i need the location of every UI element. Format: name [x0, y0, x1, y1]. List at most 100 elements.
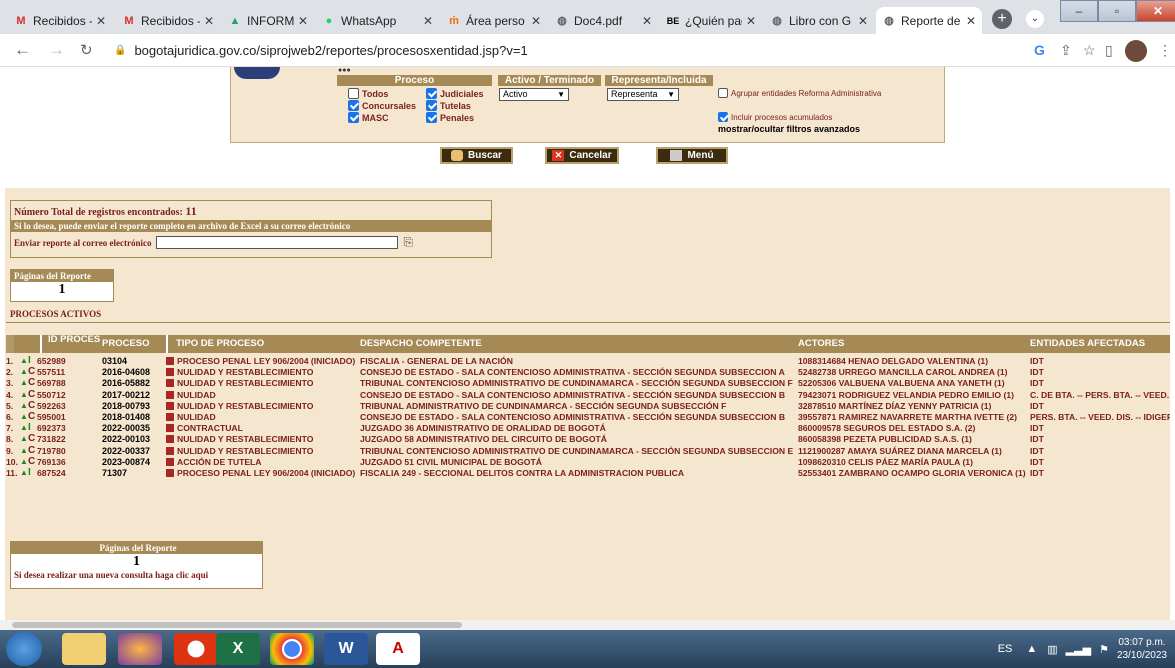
menu-button[interactable]: Menú: [656, 147, 728, 164]
send-report-icon[interactable]: ⎘: [403, 235, 413, 250]
cancelar-button[interactable]: ✕ Cancelar: [545, 147, 619, 164]
file-explorer-icon[interactable]: [62, 633, 106, 665]
process-id-link[interactable]: 731822: [37, 433, 69, 445]
process-id-link[interactable]: 687524: [37, 467, 69, 479]
google-lens-icon[interactable]: G: [1034, 42, 1045, 58]
tab-3[interactable]: ▲ INFORMAC ✕: [222, 7, 314, 34]
chrome-menu-icon[interactable]: ⋮: [1158, 42, 1172, 59]
penales-box[interactable]: [426, 112, 437, 123]
document-icon[interactable]: [166, 401, 174, 410]
new-query-link[interactable]: Si desea realizar una nueva consulta hag…: [11, 570, 262, 580]
close-tab-icon[interactable]: ✕: [746, 14, 756, 28]
document-icon[interactable]: [166, 368, 174, 377]
judiciales-checkbox[interactable]: Judiciales: [426, 88, 484, 99]
maximize-button[interactable]: ▫: [1098, 0, 1136, 22]
process-id-link[interactable]: 652989: [37, 355, 69, 367]
excel-icon[interactable]: X: [216, 633, 260, 665]
clock[interactable]: 03:07 p.m. 23/10/2023: [1117, 636, 1167, 662]
tab-8[interactable]: ◍ Libro con G ✕: [764, 7, 874, 34]
tab-7[interactable]: BE ¿Quién pag ✕: [660, 7, 762, 34]
share-icon[interactable]: ⇪: [1060, 42, 1072, 59]
close-tab-icon[interactable]: ✕: [298, 14, 308, 28]
tutelas-checkbox[interactable]: Tutelas: [426, 100, 471, 111]
expand-triangle-icon[interactable]: ▲: [20, 400, 28, 412]
tab-search-icon[interactable]: ⌄: [1026, 10, 1044, 28]
horizontal-scrollbar[interactable]: [0, 620, 1175, 630]
incluir-box[interactable]: [718, 112, 728, 122]
expand-triangle-icon[interactable]: ▲: [20, 411, 28, 423]
tab-1[interactable]: M Recibidos - ✕: [8, 7, 112, 34]
process-id-link[interactable]: 550712: [37, 389, 69, 401]
expand-triangle-icon[interactable]: ▲: [20, 389, 28, 401]
close-tab-icon[interactable]: ✕: [423, 14, 433, 28]
close-window-button[interactable]: ✕: [1136, 0, 1175, 22]
process-id-link[interactable]: 592263: [37, 400, 69, 412]
scrollbar-thumb[interactable]: [12, 622, 462, 628]
todos-box[interactable]: [348, 88, 359, 99]
tab-2[interactable]: M Recibidos - ✕: [116, 7, 220, 34]
agrupar-checkbox[interactable]: Agrupar entidades Reforma Administrativa: [718, 88, 881, 98]
close-tab-icon[interactable]: ✕: [204, 14, 214, 28]
todos-checkbox[interactable]: Todos: [348, 88, 388, 99]
process-id-link[interactable]: 569788: [37, 377, 69, 389]
document-icon[interactable]: [166, 424, 174, 433]
masc-checkbox[interactable]: MASC: [348, 112, 389, 123]
language-indicator[interactable]: ES: [998, 643, 1013, 655]
document-icon[interactable]: [166, 390, 174, 399]
penales-checkbox[interactable]: Penales: [426, 112, 474, 123]
concursales-box[interactable]: [348, 100, 359, 111]
document-icon[interactable]: [166, 413, 174, 421]
advanced-filters-link[interactable]: mostrar/ocultar filtros avanzados: [718, 124, 860, 134]
expand-triangle-icon[interactable]: ▲: [20, 377, 28, 389]
word-icon[interactable]: W: [324, 633, 368, 665]
process-id-link[interactable]: 769136: [37, 456, 69, 468]
page-number-link[interactable]: 1: [11, 282, 113, 298]
representa-select[interactable]: Representa ▼: [607, 88, 679, 101]
concursales-checkbox[interactable]: Concursales: [348, 100, 416, 111]
process-id-link[interactable]: 595001: [37, 411, 69, 423]
close-tab-icon[interactable]: ✕: [858, 14, 868, 28]
expand-triangle-icon[interactable]: ▲: [20, 355, 28, 367]
expand-triangle-icon[interactable]: ▲: [20, 445, 28, 457]
process-id-link[interactable]: 692373: [37, 422, 69, 434]
flag-icon[interactable]: ⚑: [1099, 643, 1109, 656]
back-icon[interactable]: ←: [14, 40, 31, 60]
document-icon[interactable]: [166, 379, 174, 388]
close-tab-icon[interactable]: ✕: [966, 14, 976, 28]
document-icon[interactable]: [166, 357, 174, 365]
tab-5[interactable]: ṁ Área perso ✕: [441, 7, 547, 34]
profile-avatar[interactable]: [1125, 40, 1147, 62]
start-button[interactable]: [6, 632, 42, 666]
firefox-icon[interactable]: [118, 633, 162, 665]
opera-icon[interactable]: [174, 633, 218, 665]
tab-9[interactable]: ◍ Reporte de ✕: [876, 7, 982, 34]
document-icon[interactable]: [166, 435, 174, 444]
expand-triangle-icon[interactable]: ▲: [20, 456, 28, 468]
expand-triangle-icon[interactable]: ▲: [20, 366, 28, 378]
side-panel-icon[interactable]: ▯: [1105, 42, 1113, 59]
email-input[interactable]: [156, 236, 399, 249]
close-tab-icon[interactable]: ✕: [96, 14, 106, 28]
network-icon[interactable]: ▥: [1047, 643, 1057, 656]
activo-select[interactable]: Activo ▼: [499, 88, 569, 101]
forward-icon[interactable]: →: [48, 40, 65, 60]
tab-6[interactable]: ◍ Doc4.pdf ✕: [549, 7, 658, 34]
buscar-button[interactable]: Buscar: [440, 147, 513, 164]
expand-triangle-icon[interactable]: ▲: [20, 467, 28, 479]
chrome-icon[interactable]: [270, 633, 314, 665]
page-number-link[interactable]: 1: [11, 554, 262, 570]
tab-4[interactable]: ● WhatsApp ✕: [316, 7, 439, 34]
incluir-checkbox[interactable]: Incluir procesos acumulados: [718, 112, 832, 122]
tutelas-box[interactable]: [426, 100, 437, 111]
process-id-link[interactable]: 557511: [37, 366, 69, 378]
close-tab-icon[interactable]: ✕: [642, 14, 652, 28]
reload-icon[interactable]: ↻: [80, 41, 93, 59]
agrupar-box[interactable]: [718, 88, 728, 98]
judiciales-box[interactable]: [426, 88, 437, 99]
bookmark-star-icon[interactable]: ☆: [1083, 42, 1096, 59]
document-icon[interactable]: [166, 457, 174, 466]
address-bar[interactable]: 🔒 bogotajuridica.gov.co/siprojweb2/repor…: [112, 38, 1012, 63]
process-id-link[interactable]: 719780: [37, 445, 69, 457]
signal-icon[interactable]: ▂▃▅: [1066, 643, 1091, 656]
document-icon[interactable]: [166, 446, 174, 455]
